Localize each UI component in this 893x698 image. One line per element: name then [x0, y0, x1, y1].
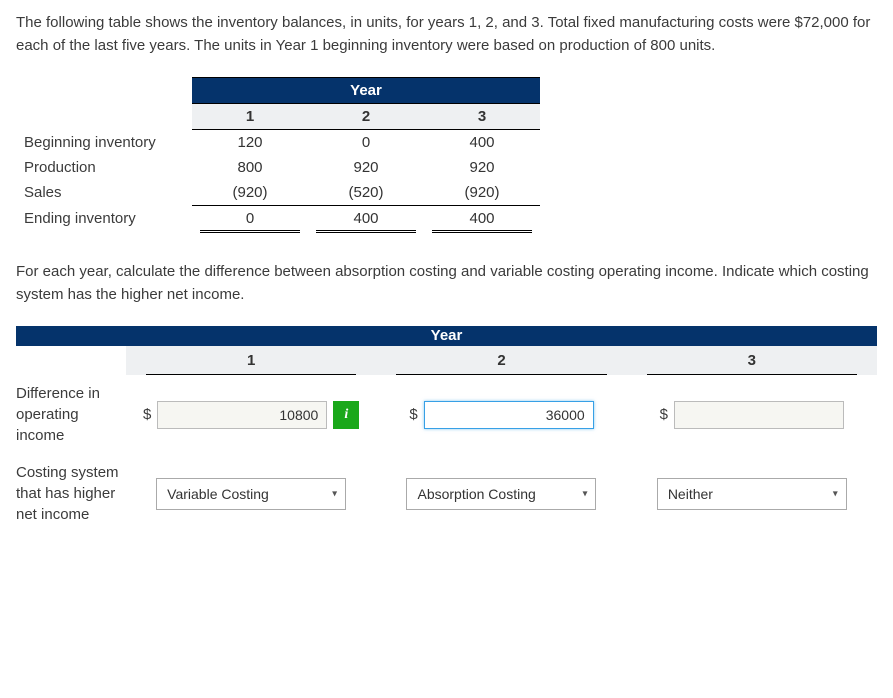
answer-year-label: Year	[431, 326, 463, 346]
chevron-down-icon: ▾	[582, 488, 587, 499]
difference-input-year-2[interactable]	[424, 401, 594, 429]
answer-col-2: 2	[376, 346, 626, 375]
answer-table: Year 1 2 3 Difference in operating incom…	[16, 326, 877, 533]
cell-prod-y3: 920	[424, 155, 540, 180]
cell-end-y1: 0	[192, 206, 308, 232]
dollar-sign: $	[660, 406, 668, 423]
difference-input-year-3[interactable]	[674, 401, 844, 429]
row-ending-inventory: Ending inventory	[16, 206, 192, 232]
answer-col-3: 3	[627, 346, 877, 375]
select-value: Variable Costing	[167, 486, 269, 502]
cell-sales-y1: (920)	[192, 180, 308, 206]
col-year-1: 1	[192, 104, 308, 130]
row-difference-label: Difference in operating income	[16, 375, 126, 454]
answer-year-header-bar: Year	[16, 326, 877, 346]
chevron-down-icon: ▾	[833, 488, 838, 499]
dollar-sign: $	[409, 406, 417, 423]
row-beginning-inventory: Beginning inventory	[16, 130, 192, 156]
chevron-down-icon: ▾	[332, 488, 337, 499]
year-header: Year	[192, 78, 540, 104]
difference-input-year-1[interactable]	[157, 401, 327, 429]
answer-col-1: 1	[126, 346, 376, 375]
costing-select-year-1[interactable]: Variable Costing ▾	[156, 478, 346, 510]
instructions-paragraph: For each year, calculate the difference …	[16, 261, 877, 306]
row-costing-system-label: Costing system that has higher net incom…	[16, 454, 126, 533]
cell-beg-y2: 0	[308, 130, 424, 156]
cell-sales-y3: (920)	[424, 180, 540, 206]
intro-paragraph: The following table shows the inventory …	[16, 12, 877, 57]
select-value: Absorption Costing	[417, 486, 535, 502]
inventory-table: Year 1 2 3 Beginning inventory 120 0 400…	[16, 77, 540, 231]
costing-select-year-3[interactable]: Neither ▾	[657, 478, 847, 510]
cell-beg-y3: 400	[424, 130, 540, 156]
cell-sales-y2: (520)	[308, 180, 424, 206]
dollar-sign: $	[143, 406, 151, 423]
cell-prod-y2: 920	[308, 155, 424, 180]
cell-end-y2: 400	[308, 206, 424, 232]
costing-select-year-2[interactable]: Absorption Costing ▾	[406, 478, 596, 510]
info-icon[interactable]: i	[333, 401, 359, 429]
col-year-3: 3	[424, 104, 540, 130]
cell-end-y3: 400	[424, 206, 540, 232]
cell-beg-y1: 120	[192, 130, 308, 156]
select-value: Neither	[668, 486, 713, 502]
cell-prod-y1: 800	[192, 155, 308, 180]
row-sales: Sales	[16, 180, 192, 206]
row-production: Production	[16, 155, 192, 180]
col-year-2: 2	[308, 104, 424, 130]
